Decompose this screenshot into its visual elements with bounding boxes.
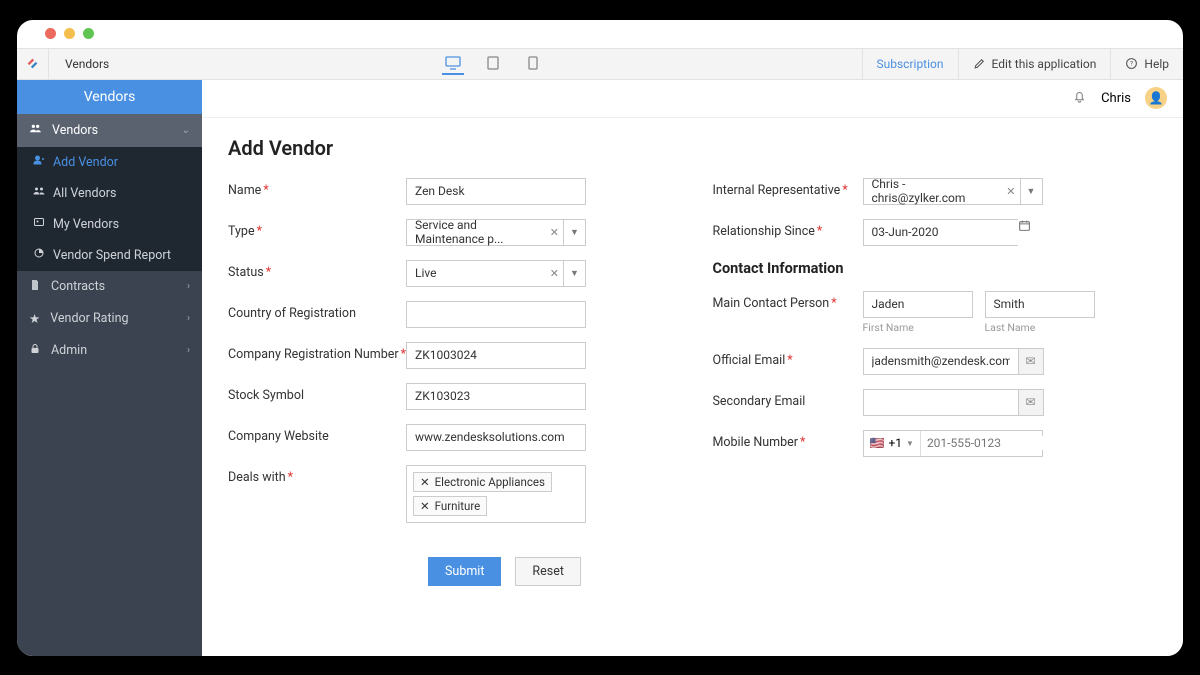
remove-tag-icon[interactable]: ✕ (420, 499, 430, 513)
subscription-link[interactable]: Subscription (862, 49, 958, 79)
form-actions: Submit Reset (228, 543, 1157, 586)
country-code-selector[interactable]: 🇺🇸+1▼ (864, 431, 921, 456)
close-dot[interactable] (45, 28, 56, 39)
edit-application-button[interactable]: Edit this application (958, 49, 1111, 79)
submit-button[interactable]: Submit (428, 557, 501, 586)
form-left-column: Name* Type*Service and Maintenance p...✕… (228, 178, 673, 537)
help-icon: ? (1125, 57, 1138, 70)
app-logo[interactable] (17, 49, 49, 79)
country-input[interactable] (406, 301, 586, 328)
chevron-right-icon: › (187, 345, 190, 356)
lock-icon (29, 343, 41, 359)
chevron-down-icon[interactable]: ▼ (1020, 179, 1042, 204)
official-email-input[interactable] (863, 348, 1018, 375)
user-name[interactable]: Chris (1101, 91, 1131, 106)
reset-button[interactable]: Reset (515, 557, 581, 586)
contact-information-heading: Contact Information (713, 260, 1158, 277)
sidebar-item-rating[interactable]: ★ Vendor Rating › (17, 303, 202, 335)
main-area: Chris 👤 Add Vendor Name* Type*Service an… (202, 80, 1183, 656)
sidebar: Vendors Vendors ⌄ Add Vendor All Vendors… (17, 80, 202, 656)
mail-icon: ✉ (1018, 389, 1044, 416)
internal-rep-select[interactable]: Chris - chris@zylker.com✕▼ (863, 178, 1043, 205)
website-input[interactable] (406, 424, 586, 451)
registration-number-input[interactable] (406, 342, 586, 369)
clear-icon[interactable]: ✕ (1006, 185, 1015, 198)
sidebar-item-spend-report[interactable]: Vendor Spend Report (17, 240, 202, 271)
chevron-down-icon: ▼ (906, 439, 914, 448)
sidebar-item-add-vendor[interactable]: Add Vendor (17, 147, 202, 178)
last-name-input[interactable] (985, 291, 1095, 318)
topbar: Vendors Subscription Edit this applicati… (17, 48, 1183, 80)
first-name-input[interactable] (863, 291, 973, 318)
app-window: Vendors Subscription Edit this applicati… (15, 18, 1185, 658)
chevron-right-icon: › (187, 313, 190, 324)
form-right-column: Internal Representative*Chris - chris@zy… (713, 178, 1158, 537)
svg-text:?: ? (1130, 60, 1133, 68)
us-flag-icon: 🇺🇸 (870, 436, 885, 450)
sidebar-item-my-vendors[interactable]: My Vendors (17, 209, 202, 240)
bell-icon[interactable] (1072, 89, 1087, 108)
clear-icon[interactable]: ✕ (550, 267, 559, 280)
tag-furniture[interactable]: ✕Furniture (413, 496, 487, 516)
breadcrumb[interactable]: Vendors (49, 57, 125, 71)
chevron-down-icon[interactable]: ▼ (563, 220, 585, 245)
mac-traffic-lights (17, 20, 1183, 48)
deals-with-tagbox[interactable]: ✕Electronic Appliances ✕Furniture (406, 465, 586, 523)
type-select[interactable]: Service and Maintenance p...✕▼ (406, 219, 586, 246)
avatar[interactable]: 👤 (1145, 87, 1167, 109)
device-preview-switcher (442, 53, 544, 75)
mobile-number-input[interactable]: 🇺🇸+1▼ (863, 430, 1043, 457)
help-button[interactable]: ? Help (1110, 49, 1183, 79)
mail-icon: ✉ (1018, 348, 1044, 375)
calendar-icon[interactable] (1018, 219, 1031, 246)
zoho-creator-icon (26, 57, 39, 70)
id-card-icon (33, 216, 45, 232)
tablet-icon[interactable] (482, 53, 504, 75)
users-icon (33, 185, 45, 201)
chevron-right-icon: › (187, 281, 190, 292)
people-icon (29, 122, 42, 139)
secondary-email-input[interactable] (863, 389, 1018, 416)
form-content: Add Vendor Name* Type*Service and Mainte… (202, 118, 1183, 656)
mobile-icon[interactable] (522, 53, 544, 75)
sidebar-item-admin[interactable]: Admin › (17, 335, 202, 367)
relationship-since-datepicker[interactable] (863, 219, 1158, 246)
clear-icon[interactable]: ✕ (550, 226, 559, 239)
sidebar-item-contracts[interactable]: Contracts › (17, 271, 202, 303)
tag-electronic-appliances[interactable]: ✕Electronic Appliances (413, 472, 552, 492)
desktop-icon[interactable] (442, 53, 464, 75)
maximize-dot[interactable] (83, 28, 94, 39)
status-select[interactable]: Live✕▼ (406, 260, 586, 287)
stock-symbol-input[interactable] (406, 383, 586, 410)
form-grid: Name* Type*Service and Maintenance p...✕… (228, 178, 1157, 537)
name-input[interactable] (406, 178, 586, 205)
topbar-right: Subscription Edit this application ? Hel… (862, 49, 1183, 79)
sidebar-title: Vendors (17, 80, 202, 114)
chevron-down-icon[interactable]: ▼ (563, 261, 585, 286)
chevron-down-icon: ⌄ (182, 125, 190, 136)
page-title: Add Vendor (228, 136, 1157, 160)
minimize-dot[interactable] (64, 28, 75, 39)
user-plus-icon (33, 154, 45, 170)
remove-tag-icon[interactable]: ✕ (420, 475, 430, 489)
report-icon (33, 247, 45, 263)
pencil-icon (973, 57, 986, 70)
document-icon (29, 279, 41, 295)
body: Vendors Vendors ⌄ Add Vendor All Vendors… (17, 80, 1183, 656)
sidebar-item-all-vendors[interactable]: All Vendors (17, 178, 202, 209)
star-icon: ★ (29, 311, 40, 327)
sidebar-item-vendors[interactable]: Vendors ⌄ (17, 114, 202, 147)
user-bar: Chris 👤 (202, 80, 1183, 118)
